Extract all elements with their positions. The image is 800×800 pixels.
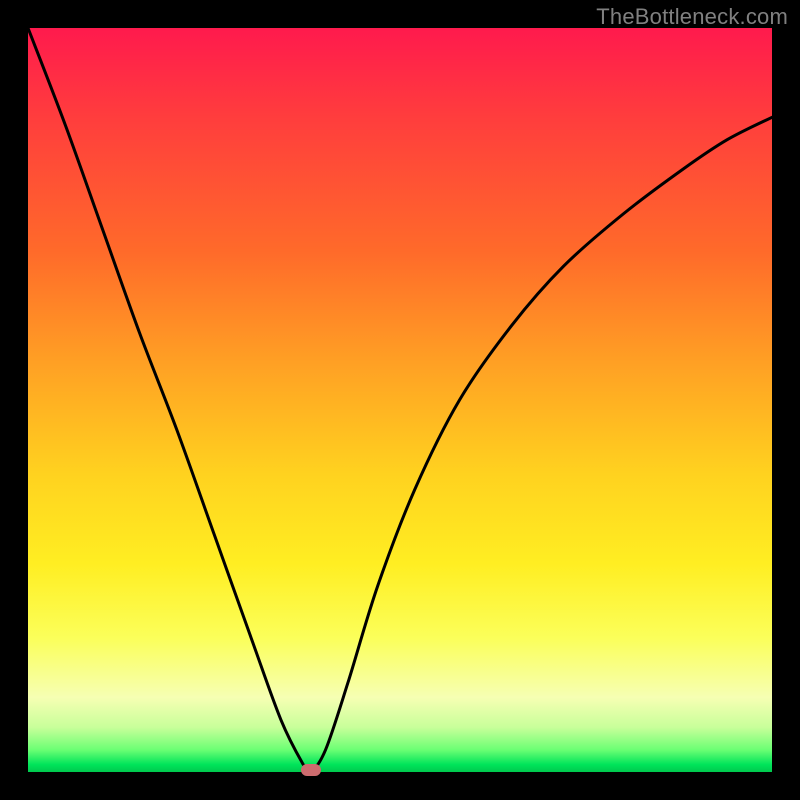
bottleneck-curve bbox=[28, 28, 772, 772]
minimum-marker bbox=[301, 764, 321, 776]
chart-frame: TheBottleneck.com bbox=[0, 0, 800, 800]
watermark-text: TheBottleneck.com bbox=[596, 4, 788, 30]
plot-area bbox=[28, 28, 772, 772]
